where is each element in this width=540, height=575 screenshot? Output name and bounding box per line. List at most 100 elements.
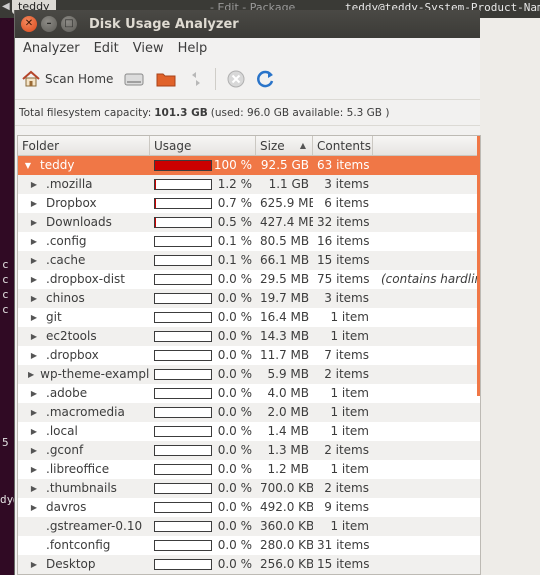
expand-triangle-icon[interactable]: ▶ bbox=[28, 213, 40, 232]
scan-remote-button[interactable] bbox=[187, 69, 205, 89]
row-folder-name: .dropbox bbox=[46, 348, 99, 362]
table-row[interactable]: ▶ chinos 0.0 % 19.7 MB 3 items bbox=[18, 289, 480, 308]
row-note bbox=[373, 536, 480, 555]
table-row[interactable]: ▶ .local 0.0 % 1.4 MB 1 item bbox=[18, 422, 480, 441]
expand-triangle-icon[interactable]: ▶ bbox=[28, 346, 40, 365]
table-row[interactable]: ▶ .macromedia 0.0 % 2.0 MB 1 item bbox=[18, 403, 480, 422]
row-folder-name: .gconf bbox=[46, 443, 84, 457]
refresh-icon bbox=[257, 70, 274, 87]
row-folder-name: ec2tools bbox=[46, 329, 97, 343]
table-row[interactable]: ▶ ec2tools 0.0 % 14.3 MB 1 item bbox=[18, 327, 480, 346]
table-row[interactable]: ▶ .thumbnails 0.0 % 700.0 KB 2 items bbox=[18, 479, 480, 498]
row-percent: 0.0 % bbox=[217, 272, 252, 286]
table-row[interactable]: ▶ git 0.0 % 16.4 MB 1 item bbox=[18, 308, 480, 327]
table-row[interactable]: ▶ .config 0.1 % 80.5 MB 16 items bbox=[18, 232, 480, 251]
table-row[interactable]: ▼ teddy 100 % 92.5 GB 63 items bbox=[18, 156, 480, 175]
usage-bar bbox=[154, 483, 212, 494]
expand-triangle-icon[interactable]: ▶ bbox=[28, 232, 40, 251]
table-row[interactable]: ▶ Downloads 0.5 % 427.4 MB 32 items bbox=[18, 213, 480, 232]
column-contents[interactable]: Contents bbox=[313, 136, 373, 155]
disk-usage-window: ✕ – □ Disk Usage Analyzer Analyzer Edit … bbox=[14, 10, 481, 575]
row-folder-name: chinos bbox=[46, 291, 85, 305]
table-row[interactable]: .gstreamer-0.10 0.0 % 360.0 KB 1 item bbox=[18, 517, 480, 536]
table-row[interactable]: ▶ .dropbox-dist 0.0 % 29.5 MB 75 items (conta… bbox=[18, 270, 480, 289]
table-row[interactable]: ▶ .mozilla 1.2 % 1.1 GB 3 items bbox=[18, 175, 480, 194]
usage-bar-fill bbox=[155, 180, 156, 189]
table-row[interactable]: ▶ Desktop 0.0 % 256.0 KB 15 items bbox=[18, 555, 480, 574]
menu-analyzer[interactable]: Analyzer bbox=[23, 41, 80, 56]
table-row[interactable]: ▶ .cache 0.1 % 66.1 MB 15 items bbox=[18, 251, 480, 270]
scrollbar[interactable] bbox=[477, 136, 480, 396]
row-folder-cell: .gstreamer-0.10 bbox=[18, 517, 150, 536]
row-note bbox=[373, 308, 480, 327]
row-folder-name: Desktop bbox=[46, 557, 96, 571]
title-bar[interactable]: ✕ – □ Disk Usage Analyzer bbox=[15, 10, 480, 38]
close-button[interactable]: ✕ bbox=[21, 16, 37, 32]
toolbar-separator bbox=[215, 67, 217, 90]
column-size[interactable]: Size ▲ bbox=[256, 136, 313, 155]
table-row[interactable]: .fontconfig 0.0 % 280.0 KB 31 items bbox=[18, 536, 480, 555]
folder-tree[interactable]: Folder Usage Size ▲ Contents ▼ teddy 100 %… bbox=[17, 135, 481, 575]
stop-button[interactable] bbox=[226, 69, 246, 89]
row-size: 1.4 MB bbox=[267, 424, 309, 438]
table-row[interactable]: ▶ .libreoffice 0.0 % 1.2 MB 1 item bbox=[18, 460, 480, 479]
expand-triangle-icon[interactable]: ▶ bbox=[28, 194, 40, 213]
row-note bbox=[373, 498, 480, 517]
menu-edit[interactable]: Edit bbox=[94, 41, 119, 56]
usage-bar bbox=[154, 331, 212, 342]
usage-bar bbox=[154, 445, 212, 456]
row-contents: 2 items bbox=[324, 481, 369, 495]
table-row[interactable]: ▶ .gconf 0.0 % 1.3 MB 2 items bbox=[18, 441, 480, 460]
expand-triangle-icon[interactable]: ▶ bbox=[28, 441, 40, 460]
table-row[interactable]: ▶ davros 0.0 % 492.0 KB 9 items bbox=[18, 498, 480, 517]
scan-folder-button[interactable] bbox=[155, 69, 177, 89]
menu-help[interactable]: Help bbox=[178, 41, 208, 56]
menu-view[interactable]: View bbox=[133, 41, 164, 56]
expand-triangle-icon[interactable]: ▶ bbox=[28, 403, 40, 422]
expand-triangle-icon[interactable]: ▶ bbox=[28, 289, 40, 308]
table-row[interactable]: ▶ wp-theme-example 0.0 % 5.9 MB 2 items bbox=[18, 365, 480, 384]
row-usage-cell: 0.7 % bbox=[150, 194, 256, 213]
expand-triangle-icon[interactable]: ▶ bbox=[28, 251, 40, 270]
expand-triangle-icon[interactable]: ▶ bbox=[28, 384, 40, 403]
row-folder-cell: .fontconfig bbox=[18, 536, 150, 555]
expand-triangle-icon[interactable]: ▶ bbox=[28, 327, 40, 346]
expand-triangle-icon[interactable]: ▶ bbox=[28, 270, 40, 289]
row-percent: 0.7 % bbox=[217, 196, 252, 210]
row-folder-name: wp-theme-example bbox=[40, 367, 150, 381]
expand-triangle-icon[interactable]: ▶ bbox=[28, 479, 40, 498]
scan-home-button[interactable]: Scan Home bbox=[21, 69, 113, 89]
expand-triangle-icon[interactable]: ▶ bbox=[28, 498, 40, 517]
row-folder-name: .fontconfig bbox=[46, 538, 111, 552]
table-row[interactable]: ▶ .dropbox 0.0 % 11.7 MB 7 items bbox=[18, 346, 480, 365]
table-row[interactable]: ▶ Dropbox 0.7 % 625.9 MB 6 items bbox=[18, 194, 480, 213]
row-usage-cell: 0.0 % bbox=[150, 555, 256, 574]
column-folder[interactable]: Folder bbox=[18, 136, 150, 155]
minimize-button[interactable]: – bbox=[41, 16, 57, 32]
expand-triangle-icon[interactable]: ▶ bbox=[28, 422, 40, 441]
row-size: 360.0 KB bbox=[260, 519, 313, 533]
row-contents: 7 items bbox=[324, 348, 369, 362]
row-contents: 31 items bbox=[317, 538, 370, 552]
row-folder-cell: ▶ .cache bbox=[18, 251, 150, 270]
tree-header: Folder Usage Size ▲ Contents bbox=[18, 136, 480, 156]
usage-bar bbox=[154, 293, 212, 304]
maximize-button[interactable]: □ bbox=[61, 16, 77, 32]
expand-triangle-icon[interactable]: ▶ bbox=[28, 460, 40, 479]
usage-bar bbox=[154, 236, 212, 247]
expand-triangle-icon[interactable]: ▶ bbox=[28, 365, 34, 384]
table-row[interactable]: ▶ .adobe 0.0 % 4.0 MB 1 item bbox=[18, 384, 480, 403]
expand-triangle-icon[interactable]: ▶ bbox=[28, 175, 40, 194]
expand-triangle-icon[interactable]: ▶ bbox=[28, 308, 40, 327]
row-usage-cell: 0.0 % bbox=[150, 270, 256, 289]
row-size: 5.9 MB bbox=[267, 367, 309, 381]
row-percent: 0.0 % bbox=[217, 386, 252, 400]
expand-triangle-icon[interactable]: ▶ bbox=[28, 555, 40, 574]
collapse-triangle-icon[interactable]: ▼ bbox=[22, 156, 34, 175]
scan-filesystem-button[interactable] bbox=[123, 69, 145, 89]
column-usage[interactable]: Usage bbox=[150, 136, 256, 155]
row-folder-name: .adobe bbox=[46, 386, 88, 400]
refresh-button[interactable] bbox=[256, 69, 276, 89]
row-percent: 0.0 % bbox=[217, 291, 252, 305]
row-folder-name: .thumbnails bbox=[46, 481, 117, 495]
